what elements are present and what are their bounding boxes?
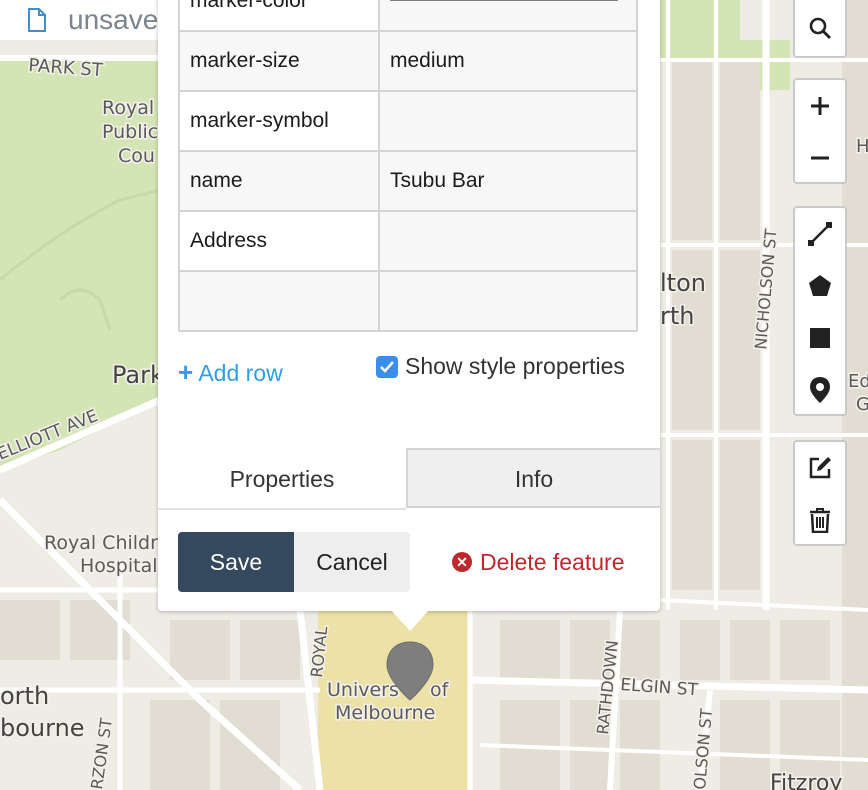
draw-polygon-button[interactable] — [795, 260, 845, 312]
label-edge-g: G — [856, 394, 868, 415]
property-key[interactable]: marker-size — [178, 30, 380, 92]
label-royal-childrens-2: Hospital — [80, 555, 158, 577]
search-button[interactable] — [795, 0, 845, 56]
table-row: name Tsubu Bar — [178, 150, 638, 212]
property-key[interactable]: name — [178, 150, 380, 212]
plus-icon: + — [178, 357, 194, 387]
search-icon — [809, 17, 832, 40]
draw-rectangle-button[interactable] — [795, 312, 845, 364]
zoom-out-icon — [811, 156, 829, 160]
label-university-of: of — [430, 679, 450, 701]
table-row: marker-color — [178, 0, 638, 32]
zoom-in-button[interactable] — [795, 80, 845, 132]
zoom-toolbar — [793, 78, 847, 184]
property-value[interactable] — [378, 210, 638, 272]
checkmark-icon — [380, 360, 394, 373]
label-edge-h: H — [856, 136, 868, 157]
label-edge-ed: Ed — [848, 371, 868, 392]
draw-toolbar — [793, 206, 847, 416]
add-row-button[interactable]: + Add row — [178, 352, 288, 393]
divider — [158, 508, 406, 510]
checkbox[interactable] — [376, 355, 398, 378]
zoom-in-icon — [811, 97, 829, 115]
label-carlton-north-1: lton — [660, 269, 706, 297]
label-university-2: Melbourne — [335, 702, 435, 724]
draw-line-button[interactable] — [795, 208, 845, 260]
cancel-button[interactable]: Cancel — [294, 532, 410, 592]
property-key[interactable]: Address — [178, 210, 380, 272]
draw-polygon-icon — [809, 275, 831, 296]
label-royal-public-2: Public — [102, 121, 158, 143]
show-style-label: Show style properties — [405, 353, 625, 379]
label-royal-public-1: Royal — [102, 97, 154, 119]
popup-tabs: Properties Info — [158, 448, 660, 510]
label-fitzroy: Fitzroy — [770, 771, 842, 790]
draw-rectangle-icon — [810, 328, 830, 348]
delete-feature-button[interactable]: ✕ Delete feature — [452, 532, 624, 592]
label-carlton-north-2: rth — [660, 302, 695, 330]
color-swatch[interactable] — [390, 0, 618, 1]
properties-table: marker-color marker-size medium marker-s… — [178, 0, 638, 332]
label-north-melbourne-1: orth — [0, 682, 49, 710]
label-parkville: Park — [112, 361, 164, 389]
park-area-top-right — [660, 0, 740, 60]
label-royal-public-3: Cou — [118, 145, 155, 167]
property-key[interactable]: marker-symbol — [178, 90, 380, 152]
table-row: marker-size medium — [178, 30, 638, 92]
tab-properties[interactable]: Properties — [158, 448, 406, 510]
delete-feature-label: Delete feature — [480, 548, 625, 575]
edit-toolbar — [793, 440, 847, 546]
property-value[interactable] — [378, 90, 638, 152]
draw-line-icon — [808, 222, 832, 246]
table-row: marker-symbol — [178, 90, 638, 152]
search-toolbar — [793, 0, 847, 58]
delete-button[interactable] — [795, 494, 845, 546]
edit-button[interactable] — [795, 442, 845, 494]
delete-icon: ✕ — [452, 552, 472, 572]
document-icon — [28, 8, 46, 32]
label-university-1: Univers — [327, 679, 399, 701]
property-value[interactable]: medium — [378, 30, 638, 92]
label-royal-childrens-1: Royal Childr — [44, 532, 158, 554]
property-value[interactable] — [378, 270, 638, 332]
add-row-label: Add row — [198, 360, 283, 386]
table-row: Address — [178, 210, 638, 272]
trash-icon — [810, 508, 830, 533]
property-key[interactable] — [178, 270, 380, 332]
draw-marker-button[interactable] — [795, 364, 845, 416]
save-button[interactable]: Save — [178, 532, 294, 592]
property-key[interactable]: marker-color — [178, 0, 380, 32]
feature-popup: marker-color marker-size medium marker-s… — [158, 0, 660, 611]
property-value[interactable] — [378, 0, 638, 32]
zoom-out-button[interactable] — [795, 132, 845, 184]
table-row — [178, 270, 638, 332]
property-value[interactable]: Tsubu Bar — [378, 150, 638, 212]
edit-icon — [809, 457, 831, 479]
draw-marker-icon — [810, 377, 830, 403]
show-style-toggle[interactable]: Show style properties — [376, 353, 625, 380]
tab-info[interactable]: Info — [406, 448, 660, 508]
popup-tip — [391, 610, 429, 631]
label-north-melbourne-2: bourne — [0, 714, 85, 742]
